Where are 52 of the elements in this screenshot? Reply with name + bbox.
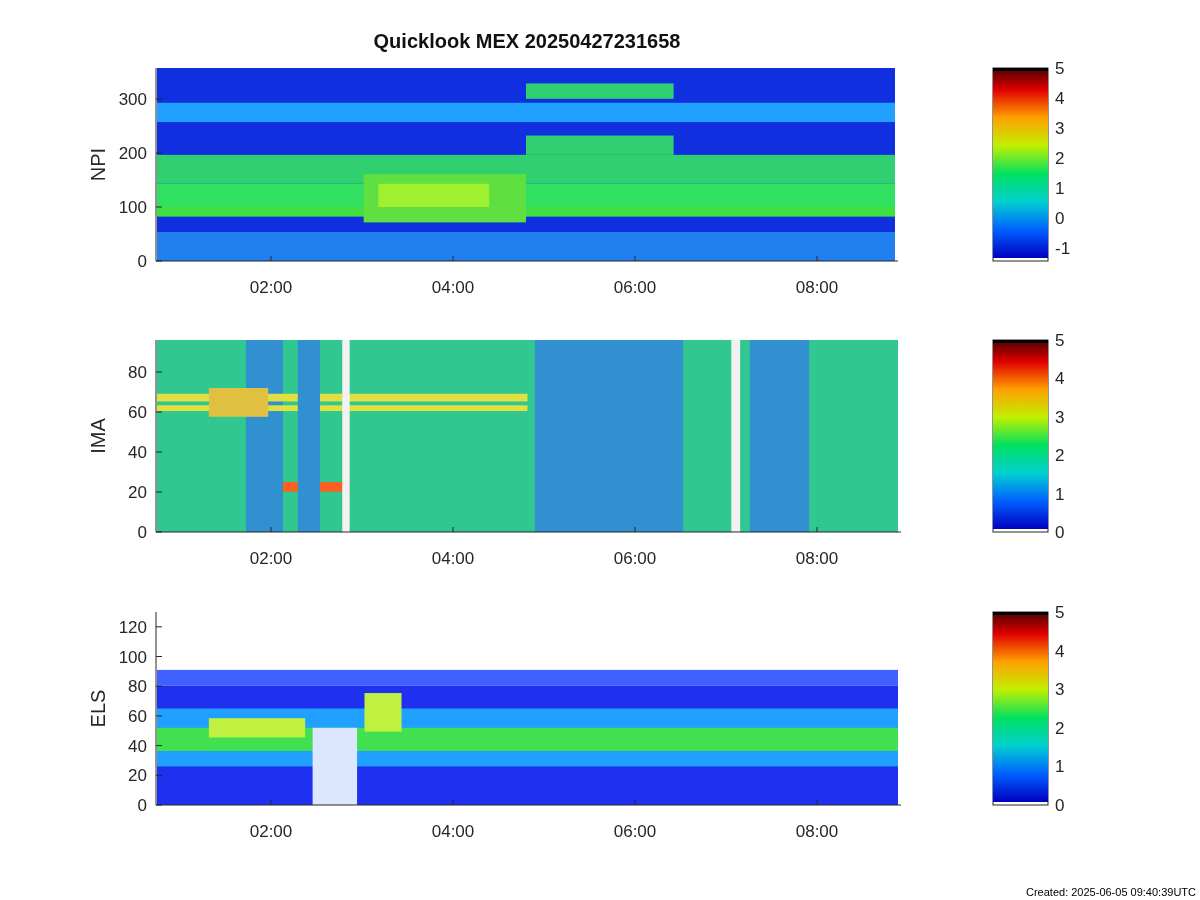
tick-label: 08:00 xyxy=(795,821,839,841)
tick-label: 02:00 xyxy=(249,277,293,297)
tick-label: 20 xyxy=(128,765,147,785)
colorbar-tick-label: 5 xyxy=(1055,59,1065,78)
tick-label: 08:00 xyxy=(795,277,839,297)
colorbar-tick-label: 3 xyxy=(1055,679,1065,699)
axis-label: IMA xyxy=(87,418,109,454)
axis-label: ELS xyxy=(87,689,109,728)
tick-label: 06:00 xyxy=(613,548,657,568)
colorbar-tick-label: 4 xyxy=(1055,369,1065,389)
colorbar-tick-label: 0 xyxy=(1055,208,1065,228)
tick-label: 04:00 xyxy=(431,277,475,297)
colorbar-tick-label: 4 xyxy=(1055,88,1065,108)
colorbar-tick-label: 1 xyxy=(1055,757,1065,777)
tick-label: 04:00 xyxy=(431,548,475,568)
tick-label: 02:00 xyxy=(249,821,293,841)
tick-label: 02:00 xyxy=(249,548,293,568)
tick-label: 80 xyxy=(128,362,147,382)
tick-label: 0 xyxy=(137,251,147,271)
colorbar-tick-label: 0 xyxy=(1055,522,1065,542)
colorbar-tick-label: 2 xyxy=(1055,718,1065,738)
tick-label: 04:00 xyxy=(431,821,475,841)
tick-label: 40 xyxy=(128,736,147,756)
tick-label: 100 xyxy=(118,197,147,217)
colorbar-tick-label: 0 xyxy=(1055,795,1065,815)
colorbar-tick-label: 5 xyxy=(1055,603,1065,622)
tick-label: 60 xyxy=(128,402,147,422)
tick-label: 0 xyxy=(137,795,147,815)
colorbar-tick-label: 5 xyxy=(1055,331,1065,350)
tick-label: 120 xyxy=(118,617,147,637)
colorbar-tick-label: 2 xyxy=(1055,148,1065,168)
colorbar-tick-label: -1 xyxy=(1055,238,1071,258)
axis-label: NPI xyxy=(87,147,109,182)
tick-label: 06:00 xyxy=(613,277,657,297)
colorbar-tick-label: 3 xyxy=(1055,118,1065,138)
colorbar-tick-label: 1 xyxy=(1055,484,1065,504)
tick-label: 60 xyxy=(128,706,147,726)
tick-label: 20 xyxy=(128,482,147,502)
creation-timestamp: Created: 2025-06-05 09:40:39UTC xyxy=(1026,884,1196,900)
colorbar-tick-label: 1 xyxy=(1055,178,1065,198)
tick-label: 100 xyxy=(118,647,147,667)
colorbar-tick-label: 3 xyxy=(1055,407,1065,427)
tick-label: 0 xyxy=(137,522,147,542)
tick-label: 300 xyxy=(118,89,147,109)
colorbar-tick-label: 2 xyxy=(1055,446,1065,465)
tick-label: 08:00 xyxy=(795,548,839,568)
tick-label: 200 xyxy=(118,143,147,163)
colorbar-tick-label: 4 xyxy=(1055,641,1065,661)
chart-title: Quicklook MEX 20250427231658 xyxy=(373,28,681,54)
tick-label: 40 xyxy=(128,442,147,462)
tick-label: 06:00 xyxy=(613,821,657,841)
tick-label: 80 xyxy=(128,676,147,696)
